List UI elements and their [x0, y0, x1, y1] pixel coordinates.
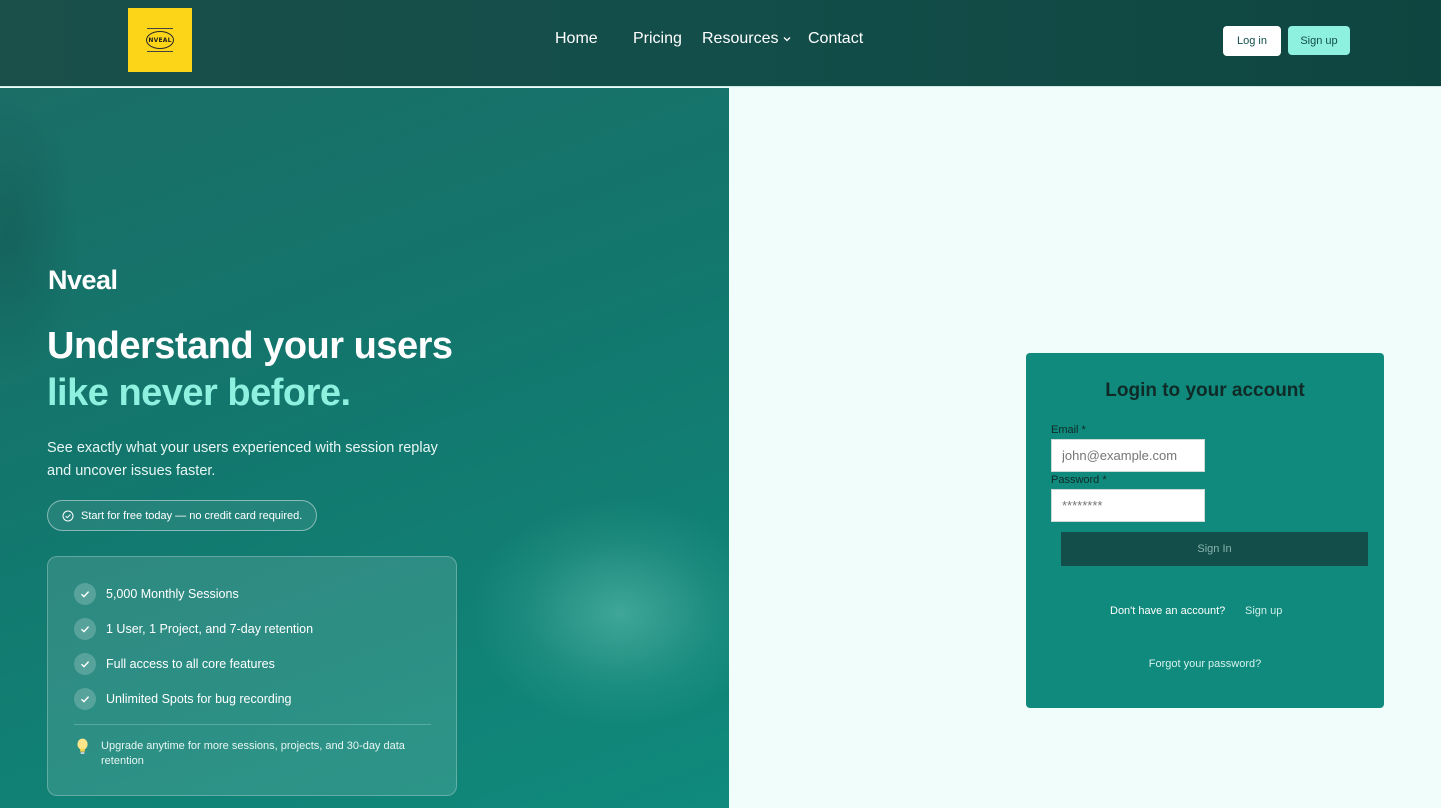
- nav-home[interactable]: Home: [555, 30, 598, 48]
- login-card: Login to your account Email * Password *…: [1026, 353, 1384, 708]
- free-trial-text: Start for free today — no credit card re…: [81, 509, 303, 522]
- check-icon: [74, 688, 96, 710]
- nveal-logo[interactable]: NVEAL: [128, 8, 192, 72]
- login-title: Login to your account: [1105, 380, 1305, 401]
- feature-text: Full access to all core features: [106, 657, 275, 671]
- feature-text: 5,000 Monthly Sessions: [106, 587, 239, 601]
- upgrade-tip: Upgrade anytime for more sessions, proje…: [76, 738, 426, 769]
- feature-item: Full access to all core features: [74, 653, 275, 675]
- hero-headline: Understand your users: [47, 325, 453, 367]
- top-header: NVEAL Home Pricing Resources Contact Log…: [0, 0, 1441, 87]
- hero-brand: Nveal: [48, 265, 118, 295]
- check-icon: [74, 618, 96, 640]
- card-divider: [74, 724, 431, 725]
- nav-resources-label: Resources: [702, 30, 779, 47]
- logo-wordmark: NVEAL: [148, 36, 172, 44]
- nav-contact[interactable]: Contact: [808, 30, 863, 48]
- hero-headline-accent: like never before.: [47, 372, 351, 414]
- plan-features-card: 5,000 Monthly Sessions 1 User, 1 Project…: [47, 556, 457, 796]
- logo-ring-icon: NVEAL: [146, 31, 174, 49]
- check-circle-icon: [62, 510, 74, 521]
- login-button[interactable]: Log in: [1223, 26, 1281, 56]
- signup-link[interactable]: Sign up: [1245, 605, 1282, 617]
- hero-section: Nveal Understand your users like never b…: [0, 88, 729, 808]
- check-icon: [74, 583, 96, 605]
- upgrade-tip-text: Upgrade anytime for more sessions, proje…: [101, 740, 405, 767]
- hero-subtext: See exactly what your users experienced …: [47, 440, 438, 479]
- hero-glow-decoration: [470, 498, 729, 728]
- signup-button[interactable]: Sign up: [1288, 26, 1350, 55]
- feature-item: 5,000 Monthly Sessions: [74, 583, 239, 605]
- logo-line-icon: [147, 28, 173, 29]
- logo-line-icon: [147, 51, 173, 52]
- forgot-password-link[interactable]: Forgot your password?: [1026, 658, 1384, 670]
- nav-pricing-label: Pricing: [633, 30, 682, 47]
- free-trial-pill: Start for free today — no credit card re…: [47, 500, 317, 531]
- feature-text: 1 User, 1 Project, and 7-day retention: [106, 622, 314, 636]
- email-input[interactable]: [1051, 439, 1205, 472]
- lightbulb-icon: [77, 738, 88, 754]
- check-icon: [74, 653, 96, 675]
- nav-resources[interactable]: Resources: [702, 30, 792, 48]
- feature-text: Unlimited Spots for bug recording: [106, 692, 292, 706]
- nav-pricing[interactable]: Pricing: [633, 30, 682, 48]
- password-label: Password *: [1051, 474, 1107, 486]
- email-label: Email *: [1051, 424, 1086, 436]
- feature-item: Unlimited Spots for bug recording: [74, 688, 292, 710]
- no-account-text: Don't have an account?: [1110, 605, 1226, 617]
- password-input[interactable]: [1051, 489, 1205, 522]
- feature-item: 1 User, 1 Project, and 7-day retention: [74, 618, 313, 640]
- signin-button[interactable]: Sign In: [1061, 532, 1368, 566]
- nav-home-label: Home: [555, 30, 598, 47]
- nav-contact-label: Contact: [808, 30, 864, 47]
- chevron-down-icon: [784, 37, 791, 42]
